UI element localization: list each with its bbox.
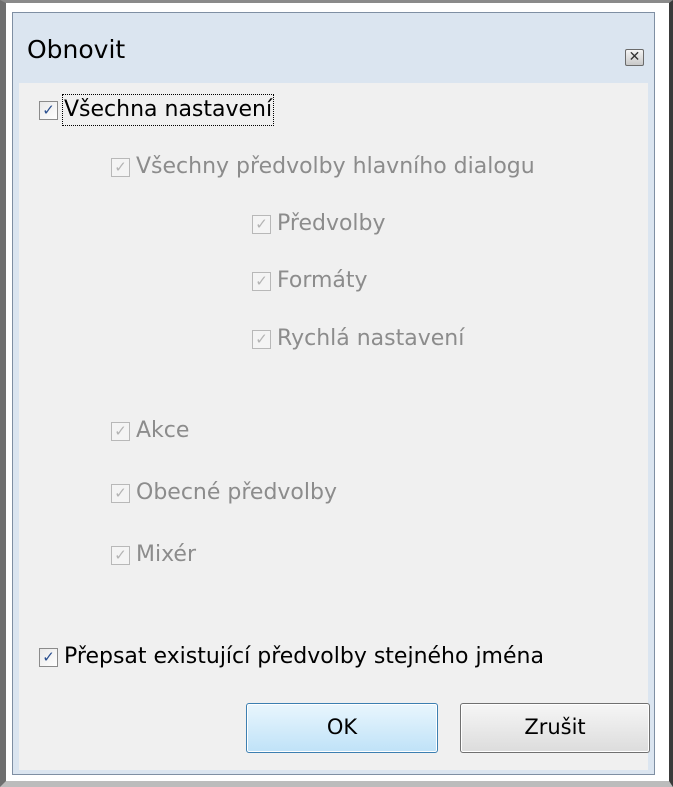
checkmark-icon: ✓: [42, 647, 55, 666]
checkbox-icon[interactable]: ✓: [39, 100, 58, 120]
checkmark-icon: ✓: [255, 329, 268, 348]
checkmark-icon: ✓: [114, 545, 127, 564]
checkbox-label: Přepsat existující předvolby stejného jm…: [64, 644, 544, 669]
checkbox-label: Obecné předvolby: [136, 480, 337, 505]
checkbox-mixer[interactable]: ✓ Mixér: [111, 538, 196, 572]
checkbox-icon[interactable]: ✓: [252, 214, 271, 234]
checkbox-label: Všechny předvolby hlavního dialogu: [136, 154, 535, 179]
checkmark-icon: ✓: [114, 421, 127, 440]
checkbox-formats[interactable]: ✓ Formáty: [252, 264, 368, 298]
dialog-title: Obnovit: [27, 35, 126, 64]
checkbox-icon[interactable]: ✓: [252, 329, 271, 349]
checkbox-icon[interactable]: ✓: [111, 157, 130, 177]
checkmark-icon: ✓: [114, 157, 127, 176]
checkbox-icon[interactable]: ✓: [111, 421, 130, 441]
dialog-content: ✓ Všechna nastavení ✓ Všechny předvolby …: [19, 83, 650, 770]
checkbox-main-dialog-presets[interactable]: ✓ Všechny předvolby hlavního dialogu: [111, 150, 535, 184]
checkbox-label: Předvolby: [277, 211, 386, 236]
cancel-button[interactable]: Zrušit: [460, 703, 650, 753]
checkbox-all-settings[interactable]: ✓ Všechna nastavení: [39, 93, 275, 127]
checkbox-quick-settings[interactable]: ✓ Rychlá nastavení: [252, 322, 464, 356]
checkbox-label: Akce: [136, 418, 190, 443]
checkbox-icon[interactable]: ✓: [111, 483, 130, 503]
checkbox-icon[interactable]: ✓: [39, 647, 58, 667]
checkbox-label: Všechna nastavení: [61, 94, 275, 126]
checkmark-icon: ✓: [114, 483, 127, 502]
checkmark-icon: ✓: [42, 100, 55, 119]
checkbox-general-presets[interactable]: ✓ Obecné předvolby: [111, 476, 337, 510]
restore-dialog: Obnovit ✕ ✓ Všechna nastavení ✓ Všechny …: [12, 12, 655, 775]
checkbox-actions[interactable]: ✓ Akce: [111, 414, 189, 448]
checkbox-label: Formáty: [277, 268, 368, 293]
checkmark-icon: ✓: [255, 214, 268, 233]
checkbox-label: Rychlá nastavení: [277, 326, 465, 351]
checkbox-icon[interactable]: ✓: [252, 271, 271, 291]
close-icon[interactable]: ✕: [625, 49, 644, 66]
title-bar: Obnovit ✕: [13, 13, 654, 85]
ok-button[interactable]: OK: [246, 703, 438, 753]
checkbox-icon[interactable]: ✓: [111, 545, 130, 565]
checkbox-presets[interactable]: ✓ Předvolby: [252, 207, 386, 241]
checkmark-icon: ✓: [255, 271, 268, 290]
checkbox-overwrite-existing[interactable]: ✓ Přepsat existující předvolby stejného …: [39, 640, 544, 674]
checkbox-label: Mixér: [136, 542, 197, 567]
